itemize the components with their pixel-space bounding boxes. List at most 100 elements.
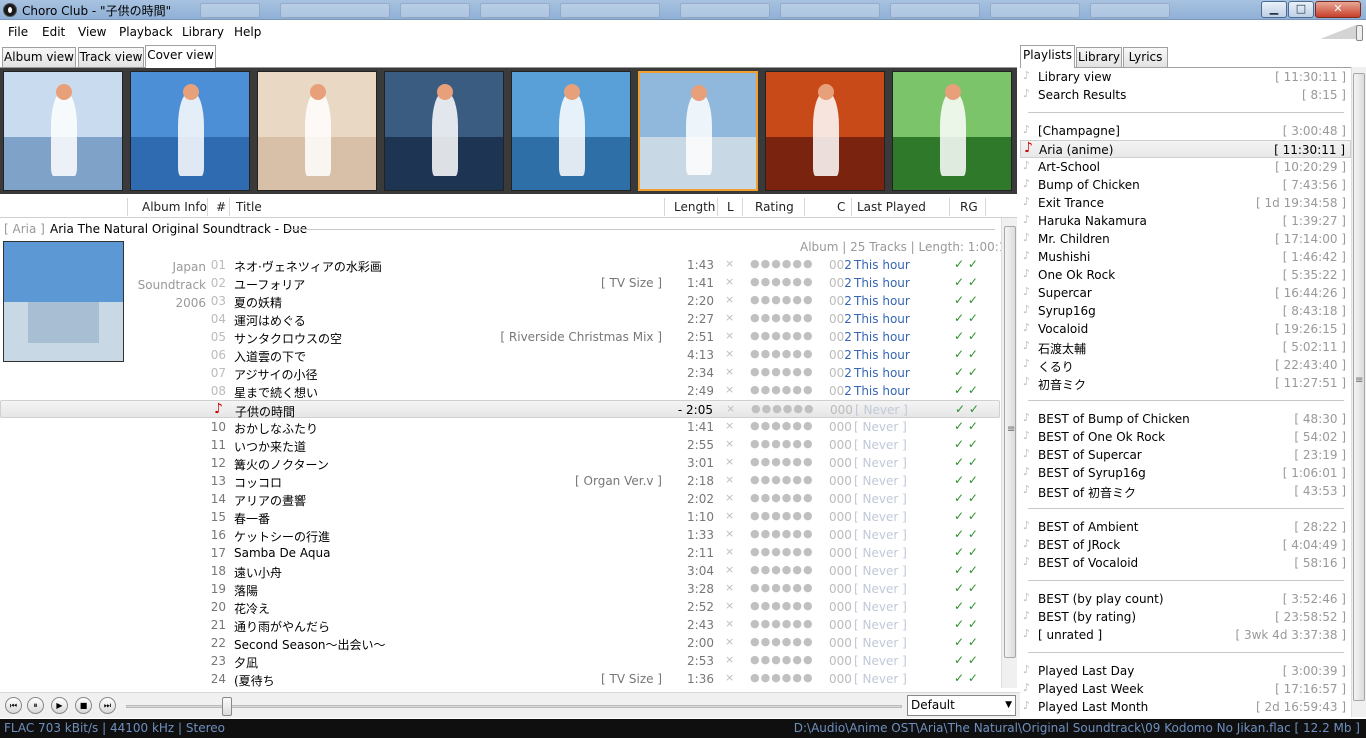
love-toggle[interactable]: × [725, 383, 734, 396]
playlist-item[interactable]: ♪ BEST of One Ok Rock [ 54:02 ] [1020, 428, 1351, 446]
rating-stars[interactable]: ●●●●●● [750, 275, 814, 288]
love-toggle[interactable]: × [725, 635, 734, 648]
volume-thumb[interactable] [1356, 25, 1363, 41]
rating-stars[interactable]: ●●●●●● [750, 545, 814, 558]
love-toggle[interactable]: × [725, 473, 734, 486]
playlist-item[interactable]: ♪ [ unrated ] [ 3wk 4d 3:37:38 ] [1020, 626, 1351, 644]
col-length[interactable]: Length [674, 200, 715, 214]
seek-thumb[interactable] [222, 697, 232, 716]
rating-stars[interactable]: ●●●●●● [750, 617, 814, 630]
stop-button[interactable]: ■ [75, 697, 92, 714]
tab-lyrics[interactable]: Lyrics [1123, 47, 1168, 67]
playlist-item[interactable]: ♪ BEST (by rating) [ 23:58:52 ] [1020, 608, 1351, 626]
playlist-item[interactable]: ♪ Aria (anime) [ 11:30:11 ] [1020, 140, 1351, 158]
playlist-item[interactable]: ♪ Haruka Nakamura [ 1:39:27 ] [1020, 212, 1351, 230]
scrollbar-thumb[interactable] [1353, 73, 1365, 701]
rating-stars[interactable]: ●●●●●● [750, 455, 814, 468]
tab-track-view[interactable]: Track view [78, 47, 144, 67]
playlist-item[interactable]: ♪ [Champagne] [ 3:00:48 ] [1020, 122, 1351, 140]
track-row[interactable]: ♪ 子供の時間 - 2:05 × ●●●●●● 000[ Never ] ✓ ✓ [0, 400, 1000, 419]
love-toggle[interactable]: × [725, 275, 734, 288]
playlist-item[interactable]: ♪ BEST of Ambient [ 28:22 ] [1020, 518, 1351, 536]
track-row[interactable]: 15 春一番 1:10 × ●●●●●● 000[ Never ] ✓ ✓ [0, 508, 1000, 526]
menu-playback[interactable]: Playback [119, 25, 173, 39]
track-list-scrollbar[interactable]: ≡ [1001, 218, 1017, 688]
rating-stars[interactable]: ●●●●●● [750, 473, 814, 486]
rating-stars[interactable]: ●●●●●● [750, 311, 814, 324]
track-row[interactable]: 06 入道雲の下で 4:13 × ●●●●●● 002 This hour ✓ ✓ [0, 346, 1000, 364]
col-title[interactable]: Title [236, 200, 262, 214]
rating-stars[interactable]: ●●●●●● [750, 383, 814, 396]
track-row[interactable]: 19 落陽 3:28 × ●●●●●● 000[ Never ] ✓ ✓ [0, 580, 1000, 598]
cover-thumbnail[interactable] [130, 71, 250, 191]
love-toggle[interactable]: × [725, 527, 734, 540]
love-toggle[interactable]: × [725, 437, 734, 450]
seek-bar[interactable] [126, 705, 902, 708]
playlist-item[interactable]: ♪ Syrup16g [ 8:43:18 ] [1020, 302, 1351, 320]
track-row[interactable]: 22 Second Season〜出会い〜 2:00 × ●●●●●● 000[ Neve… [0, 634, 1000, 652]
playlist-item[interactable]: ♪ BEST of Syrup16g [ 1:06:01 ] [1020, 464, 1351, 482]
love-toggle[interactable]: × [725, 455, 734, 468]
dsp-preset-select[interactable]: Default ▼ [907, 695, 1016, 716]
rating-stars[interactable]: ●●●●●● [750, 419, 814, 432]
playlist-item[interactable]: ♪ Bump of Chicken [ 7:43:56 ] [1020, 176, 1351, 194]
track-row[interactable]: 24 (夏待ち [ TV Size ] 1:36 × ●●●●●● 000[ Never ]… [0, 670, 1000, 688]
love-toggle[interactable]: × [725, 545, 734, 558]
love-toggle[interactable]: × [725, 293, 734, 306]
next-button[interactable]: ⏭ [99, 697, 116, 714]
playlist-item[interactable]: ♪ Mushishi [ 1:46:42 ] [1020, 248, 1351, 266]
love-toggle[interactable]: × [725, 581, 734, 594]
cover-thumbnail[interactable] [384, 71, 504, 191]
track-row[interactable]: 10 おかしなふたり 1:41 × ●●●●●● 000[ Never ] ✓ ✓ [0, 418, 1000, 436]
playlist-item[interactable]: ♪ Vocaloid [ 19:26:15 ] [1020, 320, 1351, 338]
love-toggle[interactable]: × [725, 491, 734, 504]
playlist-item[interactable]: ♪ BEST of 初音ミク [ 43:53 ] [1020, 482, 1351, 500]
cover-thumbnail[interactable] [257, 71, 377, 191]
track-row[interactable]: 17 Samba De Aqua 2:11 × ●●●●●● 000[ Never ] ✓ … [0, 544, 1000, 562]
minimize-button[interactable]: ▁ [1261, 1, 1287, 18]
playlist-item[interactable]: ♪ BEST of Vocaloid [ 58:16 ] [1020, 554, 1351, 572]
playlist-item[interactable]: ♪ Played Last Week [ 17:16:57 ] [1020, 680, 1351, 698]
track-row[interactable]: 18 遠い小舟 3:04 × ●●●●●● 000[ Never ] ✓ ✓ [0, 562, 1000, 580]
rating-stars[interactable]: ●●●●●● [750, 581, 814, 594]
playlist-item[interactable]: ♪ 初音ミク [ 11:27:51 ] [1020, 374, 1351, 392]
volume-slider[interactable] [1320, 25, 1364, 41]
love-toggle[interactable]: × [725, 257, 734, 270]
track-row[interactable]: 16 ケットシーの行進 1:33 × ●●●●●● 000[ Never ] ✓ ✓ [0, 526, 1000, 544]
track-row[interactable]: 01 ネオ·ヴェネツィアの水彩画 1:43 × ●●●●●● 002 This hour ✓ … [0, 256, 1000, 274]
playlist-item[interactable]: ♪ Exit Trance [ 1d 19:34:58 ] [1020, 194, 1351, 212]
play-button[interactable]: ▶ [51, 697, 68, 714]
cover-thumbnail[interactable] [638, 71, 758, 191]
menu-help[interactable]: Help [234, 25, 261, 39]
rating-stars[interactable]: ●●●●●● [750, 563, 814, 576]
track-row[interactable]: 08 星まで続く想い 2:49 × ●●●●●● 002 This hour ✓ ✓ [0, 382, 1000, 400]
track-row[interactable]: 13 コッコロ [ Organ Ver.v ] 2:18 × ●●●●●● 000[ Nev… [0, 472, 1000, 490]
love-toggle[interactable]: × [725, 509, 734, 522]
menu-library[interactable]: Library [182, 25, 224, 39]
menu-edit[interactable]: Edit [42, 25, 65, 39]
menu-file[interactable]: File [8, 25, 28, 39]
col-love[interactable]: L [727, 200, 734, 214]
rating-stars[interactable]: ●●●●●● [750, 653, 814, 666]
col-replaygain[interactable]: RG [960, 200, 978, 214]
rating-stars[interactable]: ●●●●●● [750, 599, 814, 612]
love-toggle[interactable]: × [725, 617, 734, 630]
rating-stars[interactable]: ●●●●●● [751, 402, 815, 415]
love-toggle[interactable]: × [725, 347, 734, 360]
love-toggle[interactable]: × [725, 365, 734, 378]
love-toggle[interactable]: × [725, 653, 734, 666]
cover-thumbnail[interactable] [3, 71, 123, 191]
love-toggle[interactable]: × [725, 329, 734, 342]
close-button[interactable]: ✕ [1315, 1, 1361, 18]
rating-stars[interactable]: ●●●●●● [750, 527, 814, 540]
love-toggle[interactable]: × [725, 671, 734, 684]
love-toggle[interactable]: × [725, 311, 734, 324]
cover-thumbnail[interactable] [765, 71, 885, 191]
cover-thumbnail[interactable] [892, 71, 1012, 191]
playlist-item[interactable]: ♪ BEST (by play count) [ 3:52:46 ] [1020, 590, 1351, 608]
rating-stars[interactable]: ●●●●●● [750, 365, 814, 378]
rating-stars[interactable]: ●●●●●● [750, 347, 814, 360]
col-album-info[interactable]: Album Info [142, 200, 207, 214]
playlist-item[interactable]: ♪ BEST of Bump of Chicken [ 48:30 ] [1020, 410, 1351, 428]
rating-stars[interactable]: ●●●●●● [750, 509, 814, 522]
